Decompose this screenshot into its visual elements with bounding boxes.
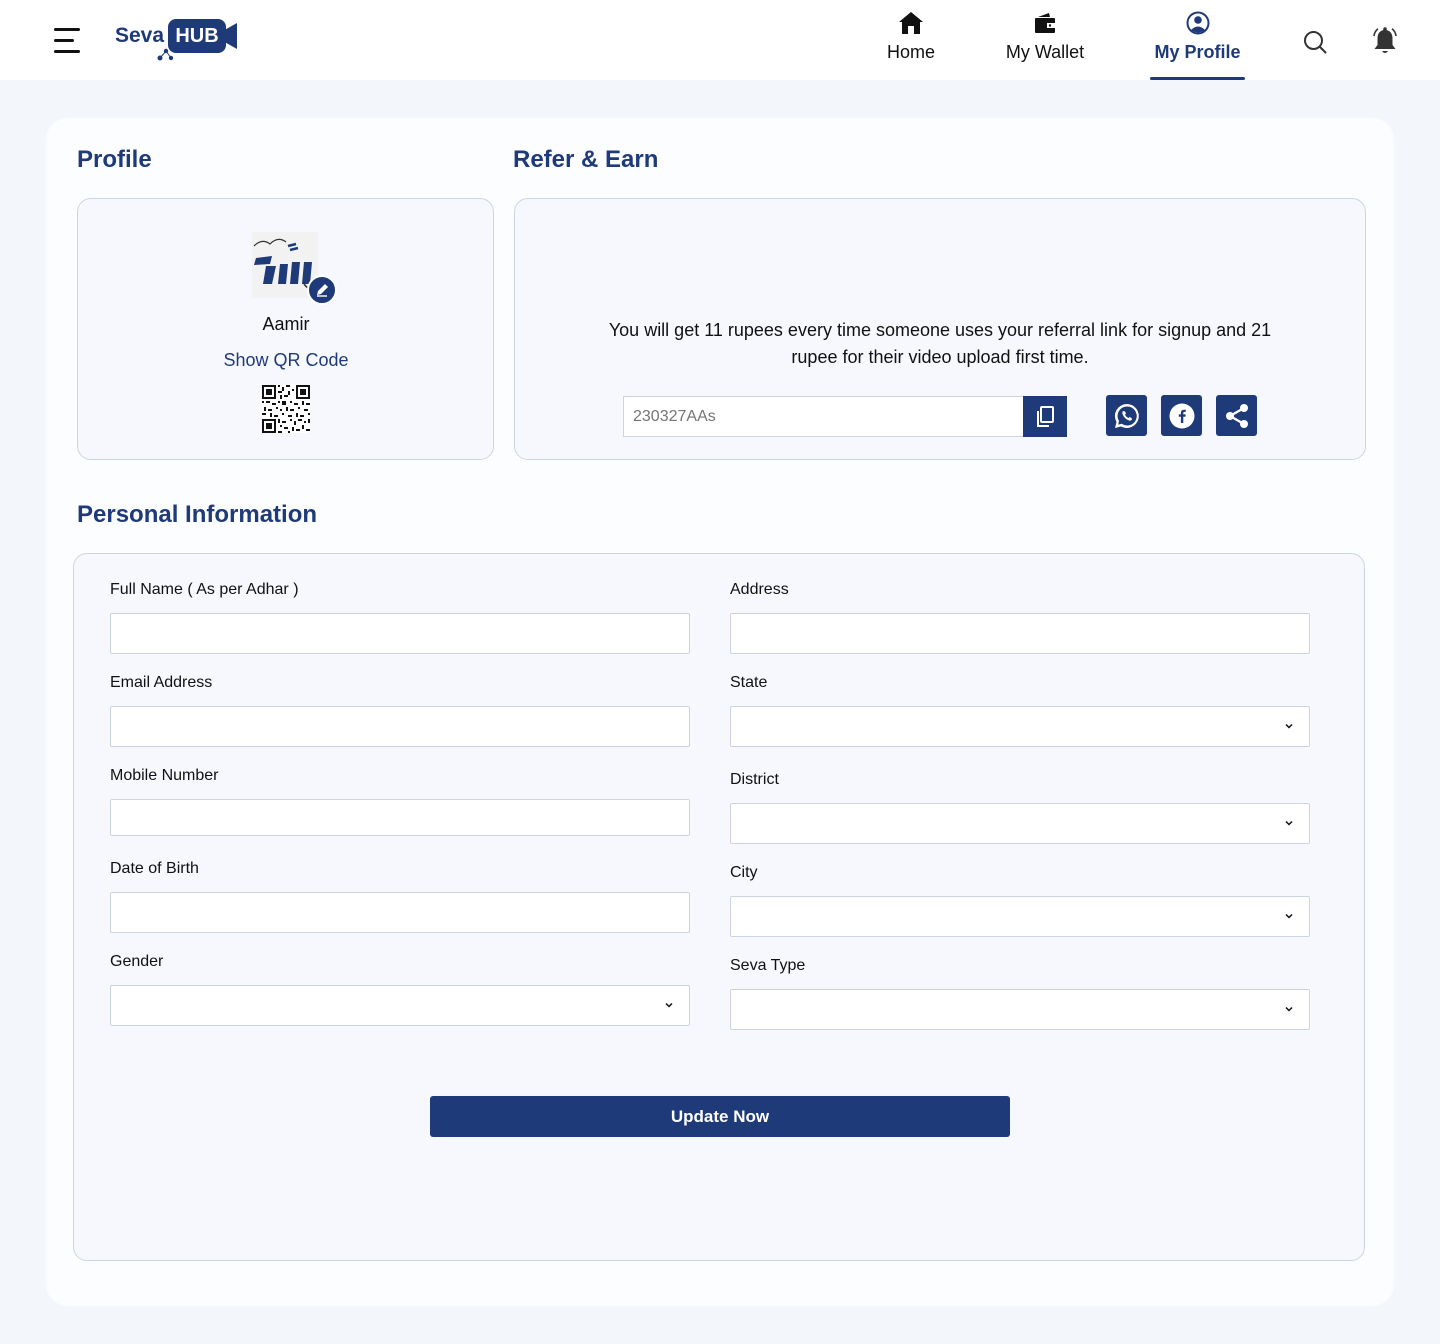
email-field[interactable] (110, 706, 690, 747)
app-logo[interactable]: Seva HUB (115, 18, 240, 62)
notification-bell-icon[interactable] (1371, 26, 1399, 56)
referral-code-input[interactable] (623, 396, 1023, 437)
chevron-down-icon (1285, 1006, 1293, 1012)
edit-avatar-button[interactable] (307, 275, 337, 305)
copy-icon (1037, 405, 1054, 427)
gender-select[interactable] (110, 985, 690, 1026)
nav-my-profile[interactable]: My Profile (1150, 8, 1245, 80)
chevron-down-icon (1285, 913, 1293, 919)
mobile-label: Mobile Number (110, 767, 219, 784)
network-dots-icon (157, 48, 174, 61)
date-of-birth-input[interactable] (110, 892, 690, 933)
nav-my-profile-label: My Profile (1154, 42, 1241, 62)
camera-icon (221, 23, 237, 49)
seva-type-select[interactable] (730, 989, 1310, 1030)
full-name-label: Full Name ( As per Adhar ) (110, 581, 299, 598)
profile-title: Profile (77, 146, 152, 173)
logo-seva-text: Seva (115, 24, 165, 47)
pencil-icon (317, 284, 328, 297)
wallet-icon (1035, 13, 1055, 33)
share-button[interactable] (1216, 395, 1257, 436)
active-tab-indicator (1150, 77, 1245, 80)
logo-hub-text: HUB (168, 19, 226, 53)
show-qr-code-link[interactable]: Show QR Code (186, 350, 386, 371)
nav-home[interactable]: Home (876, 8, 946, 80)
seva-type-label: Seva Type (730, 957, 806, 974)
state-select[interactable] (730, 706, 1310, 747)
update-now-button[interactable]: Update Now (430, 1096, 1010, 1137)
district-select[interactable] (730, 803, 1310, 844)
chevron-down-icon (665, 1002, 673, 1008)
refer-earn-title: Refer & Earn (513, 146, 659, 173)
nav-my-wallet-label: My Wallet (1005, 42, 1085, 62)
mobile-number-input[interactable] (110, 799, 690, 836)
facebook-icon (1169, 403, 1194, 428)
home-icon (899, 12, 923, 34)
profile-name: Aamir (262, 314, 310, 334)
whatsapp-share-button[interactable] (1106, 395, 1147, 436)
personal-info-title: Personal Information (77, 501, 318, 528)
refer-description: You will get 11 rupees every time someon… (608, 320, 1272, 367)
nav-my-wallet[interactable]: My Wallet (995, 8, 1095, 80)
address-input[interactable] (730, 613, 1310, 654)
city-label: City (730, 864, 758, 881)
copy-referral-button[interactable] (1023, 396, 1067, 437)
gender-label: Gender (110, 953, 164, 970)
search-icon[interactable] (1302, 29, 1328, 55)
state-label: State (730, 674, 768, 691)
whatsapp-icon (1114, 403, 1139, 428)
address-label: Address (730, 581, 789, 598)
top-header: Seva HUB Home My Wallet My Profile (0, 0, 1440, 80)
qr-code-image (262, 385, 310, 433)
menu-icon[interactable] (54, 28, 82, 54)
full-name-input[interactable] (110, 613, 690, 654)
chevron-down-icon (1285, 820, 1293, 826)
city-select[interactable] (730, 896, 1310, 937)
district-label: District (730, 771, 779, 788)
share-icon (1225, 403, 1248, 428)
user-circle-icon (1186, 11, 1209, 35)
nav-home-label: Home (886, 42, 935, 62)
dob-label: Date of Birth (110, 860, 199, 877)
chevron-down-icon (1285, 723, 1293, 729)
facebook-share-button[interactable] (1161, 395, 1202, 436)
email-label: Email Address (110, 674, 213, 691)
